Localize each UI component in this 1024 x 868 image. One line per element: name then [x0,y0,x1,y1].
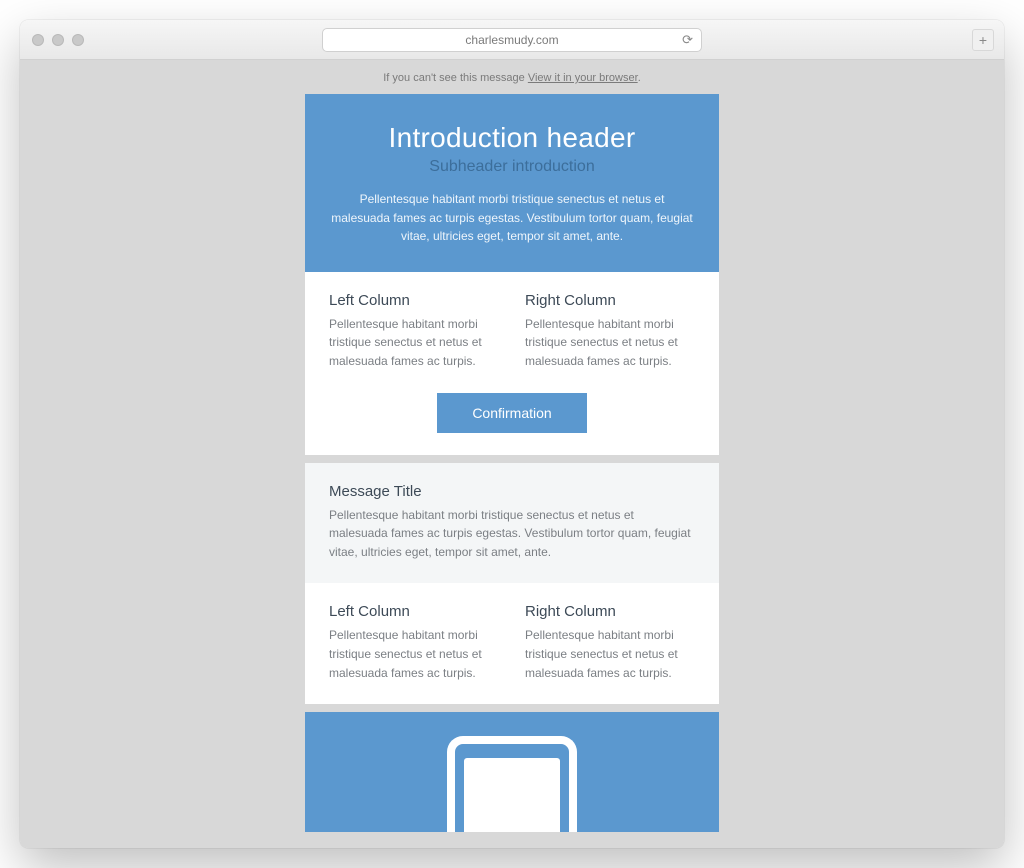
webview-hint-prefix: If you can't see this message [383,72,528,84]
right-column-2-title: Right Column [525,603,695,620]
titlebar: charlesmudy.com ⟳ + [20,20,1004,60]
hero-body: Pellentesque habitant morbi tristique se… [331,190,693,246]
columns-panel-2: Left Column Pellentesque habitant morbi … [305,583,719,704]
left-column-1: Left Column Pellentesque habitant morbi … [329,292,499,371]
minimize-window-icon[interactable] [52,34,64,46]
section-gap [305,455,719,463]
right-column-2-body: Pellentesque habitant morbi tristique se… [525,626,695,682]
left-column-2-body: Pellentesque habitant morbi tristique se… [329,626,499,682]
window-controls [32,34,84,46]
zoom-window-icon[interactable] [72,34,84,46]
right-column-1-title: Right Column [525,292,695,309]
hero-title: Introduction header [331,122,693,154]
page-content: If you can't see this message View it in… [20,60,1004,848]
reload-icon[interactable]: ⟳ [682,32,693,48]
message-body: Pellentesque habitant morbi tristique se… [329,506,695,562]
webview-hint: If you can't see this message View it in… [20,60,1004,94]
message-panel: Message Title Pellentesque habitant morb… [305,463,719,584]
confirmation-button[interactable]: Confirmation [437,393,587,433]
device-screen [464,758,560,832]
footer-hero [305,712,719,832]
hero-subheader: Subheader introduction [331,158,693,176]
right-column-2: Right Column Pellentesque habitant morbi… [525,603,695,682]
right-column-1: Right Column Pellentesque habitant morbi… [525,292,695,371]
left-column-2: Left Column Pellentesque habitant morbi … [329,603,499,682]
hero-section: Introduction header Subheader introducti… [305,94,719,272]
message-title: Message Title [329,483,695,500]
columns-panel-1: Left Column Pellentesque habitant morbi … [305,272,719,455]
address-bar[interactable]: charlesmudy.com ⟳ [322,28,702,52]
section-gap [305,704,719,712]
email-template: Introduction header Subheader introducti… [305,94,719,832]
webview-hint-suffix: . [638,72,641,84]
browser-window: charlesmudy.com ⟳ + If you can't see thi… [20,20,1004,848]
left-column-1-title: Left Column [329,292,499,309]
new-tab-button[interactable]: + [972,29,994,51]
device-icon [447,736,577,832]
close-window-icon[interactable] [32,34,44,46]
address-text: charlesmudy.com [465,33,558,47]
left-column-2-title: Left Column [329,603,499,620]
left-column-1-body: Pellentesque habitant morbi tristique se… [329,315,499,371]
view-in-browser-link[interactable]: View it in your browser [528,72,638,84]
right-column-1-body: Pellentesque habitant morbi tristique se… [525,315,695,371]
